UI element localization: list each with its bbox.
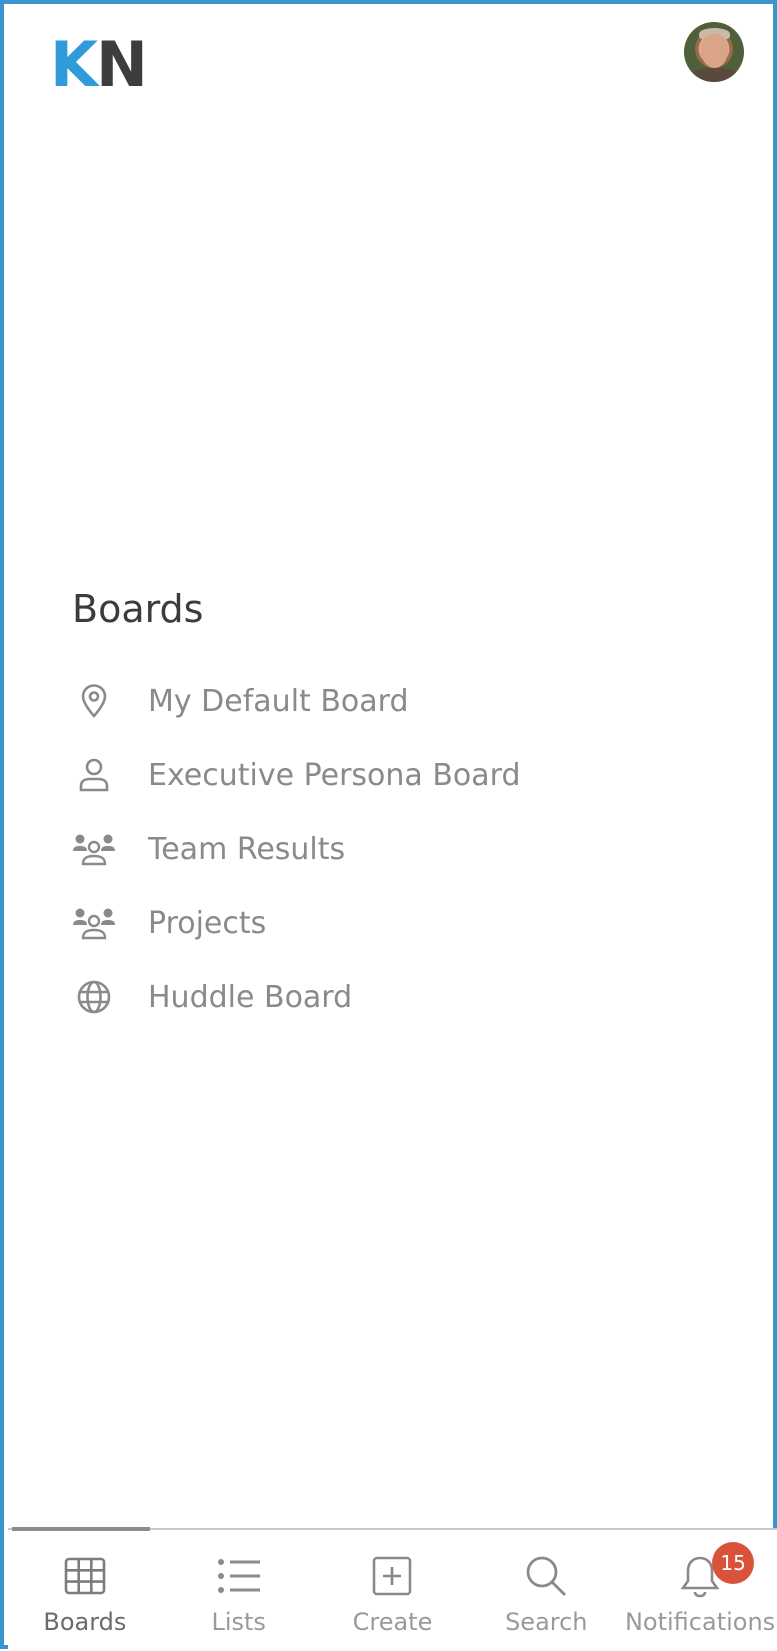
user-avatar[interactable] [684,22,744,82]
app-logo[interactable]: KN [50,28,148,101]
avatar-shirt [692,68,738,82]
nav-tab-create[interactable]: Create [316,1530,470,1651]
team-icon [72,905,116,941]
search-icon [524,1552,568,1600]
board-item-executive-persona-board[interactable]: Executive Persona Board [72,738,521,812]
nav-tab-lists[interactable]: Lists [162,1530,316,1651]
logo-letter-n: N [96,28,148,101]
logo-letter-k: K [50,28,98,101]
person-icon [72,757,116,793]
nav-tab-label: Search [505,1608,588,1636]
nav-tab-search[interactable]: Search [469,1530,623,1651]
grid-icon [64,1552,106,1600]
board-item-label: Huddle Board [148,979,353,1015]
board-item-projects[interactable]: Projects [72,886,521,960]
avatar-face [701,34,728,68]
board-item-label: Projects [148,905,267,941]
nav-tab-label: Notifications [624,1608,776,1636]
boards-list: My Default Board Executive Persona Board [72,664,521,1034]
notification-count-badge: 15 [712,1542,755,1584]
board-item-team-results[interactable]: Team Results [72,812,521,886]
nav-tab-boards[interactable]: Boards [8,1530,162,1651]
bottom-navigation: Boards Lists Create Search 15 Notificati… [8,1527,777,1651]
board-item-label: My Default Board [148,683,409,719]
globe-icon [72,979,116,1015]
list-icon [217,1552,261,1600]
nav-tab-notifications[interactable]: 15 Notifications [623,1530,777,1651]
nav-tab-label: Lists [211,1608,266,1636]
boards-heading: Boards [72,587,204,631]
nav-tab-label: Create [352,1608,433,1636]
board-item-label: Executive Persona Board [148,757,521,793]
team-icon [72,831,116,867]
board-item-my-default-board[interactable]: My Default Board [72,664,521,738]
nav-tab-label: Boards [43,1608,127,1636]
board-item-label: Team Results [148,831,346,867]
app-frame: KN Boards My Default Board Executive Per… [0,0,777,1651]
board-item-huddle-board[interactable]: Huddle Board [72,960,521,1034]
plus-square-icon [372,1552,412,1600]
map-pin-icon [72,683,116,719]
